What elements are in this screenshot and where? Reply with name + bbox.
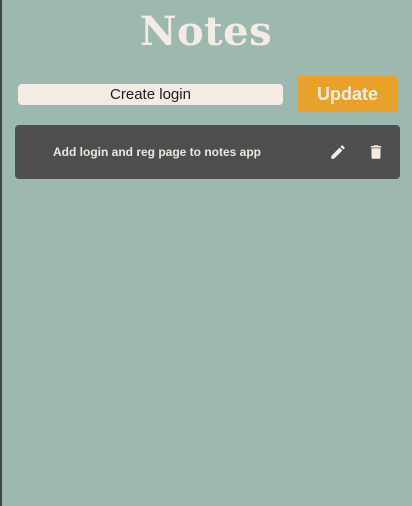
window-edge bbox=[0, 0, 2, 506]
pencil-icon[interactable] bbox=[328, 142, 348, 162]
pencil-icon-glyph bbox=[331, 145, 345, 159]
update-button[interactable]: Update bbox=[297, 76, 398, 112]
note-list: Add login and reg page to notes app bbox=[15, 125, 400, 179]
trash-icon-glyph bbox=[370, 145, 382, 159]
page-title: Notes bbox=[139, 8, 273, 55]
trash-icon[interactable] bbox=[366, 142, 386, 162]
note-item: Add login and reg page to notes app bbox=[15, 125, 400, 179]
note-text: Add login and reg page to notes app bbox=[53, 145, 262, 159]
note-input[interactable] bbox=[18, 84, 283, 105]
